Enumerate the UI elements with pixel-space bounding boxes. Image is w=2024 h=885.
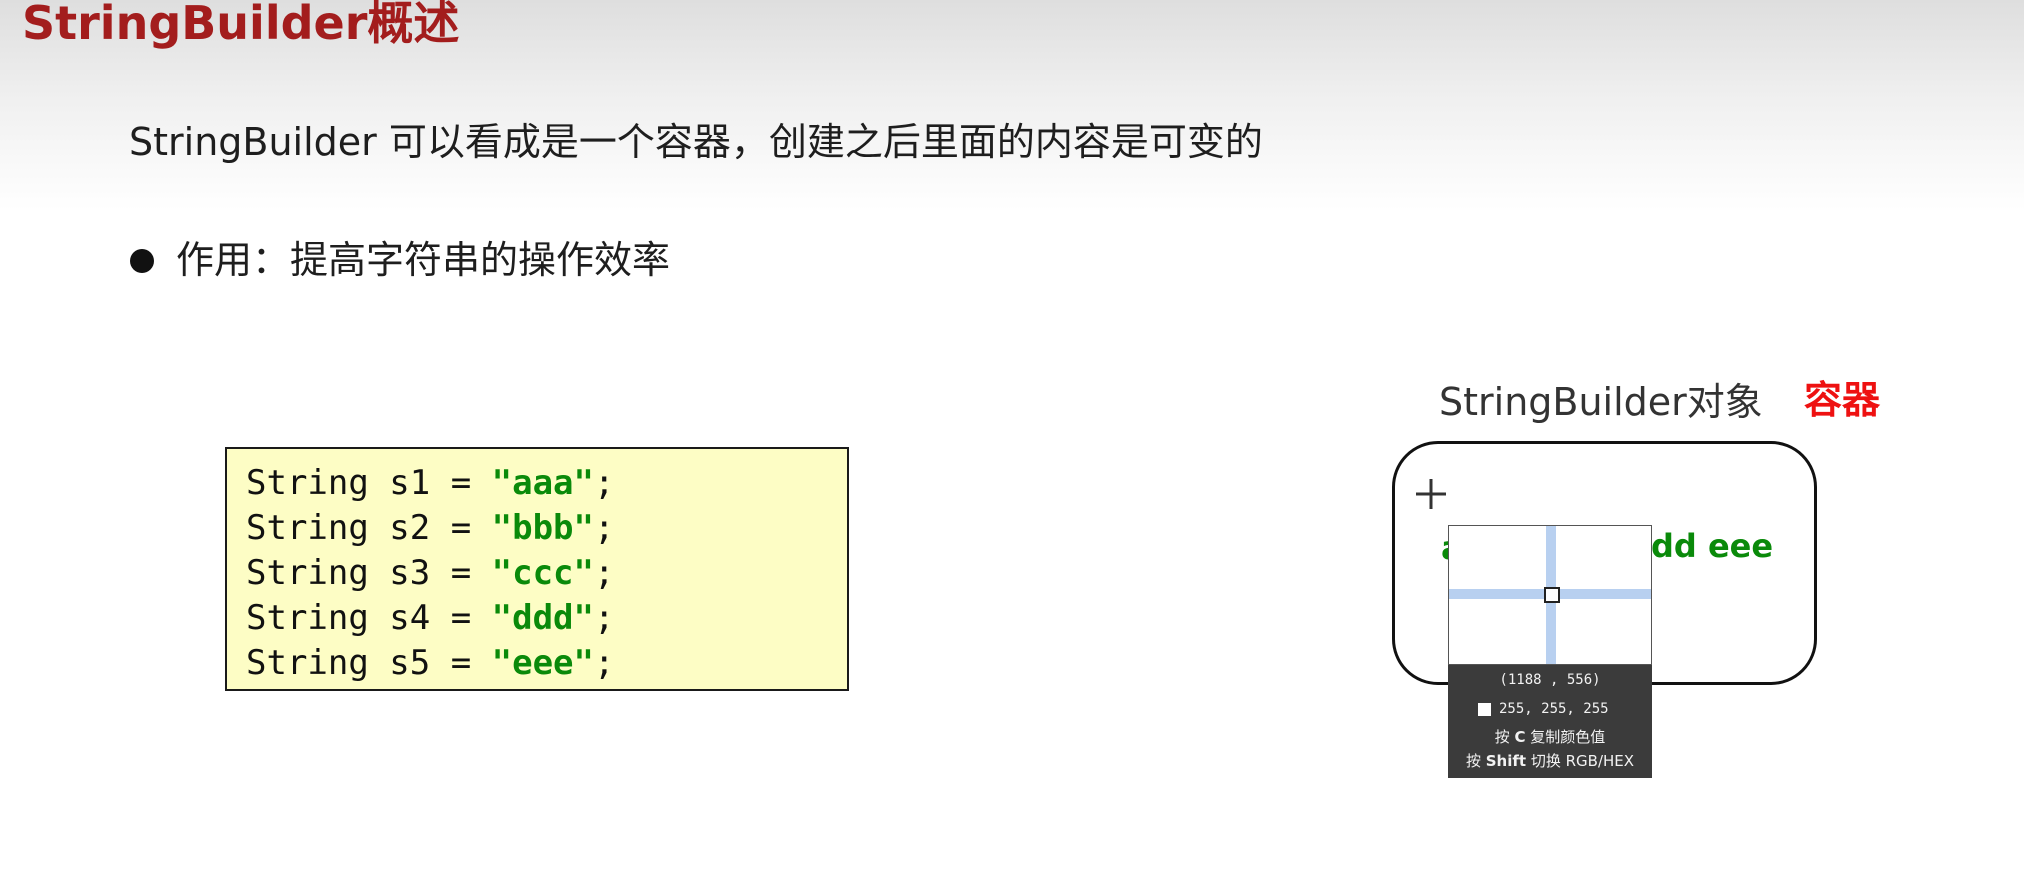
hint-text: 复制颜色值 (1530, 728, 1606, 746)
code-text: String s2 = (246, 508, 492, 548)
code-line: String s1 = "aaa"; (246, 461, 847, 506)
code-text: String s3 = (246, 553, 492, 593)
color-picker-magnifier (1448, 525, 1652, 665)
string-literal: "ccc" (491, 553, 594, 593)
color-picker-panel: (1188 , 556) 255, 255, 255 按 C 复制颜色值 按 S… (1448, 665, 1652, 778)
bullet-item: 作用：提高字符串的操作效率 (130, 234, 670, 286)
picker-hint-copy: 按 C 复制颜色值 (1448, 727, 1652, 747)
bullet-text: 作用：提高字符串的操作效率 (176, 238, 671, 282)
code-text: String s1 = (246, 463, 492, 503)
magnifier-center-pixel (1544, 587, 1560, 603)
code-line: String s4 = "ddd"; (246, 596, 847, 641)
string-literal: "ddd" (491, 598, 594, 638)
slide-title: StringBuilder概述 (22, 0, 460, 50)
picker-rgb-text: 255, 255, 255 (1499, 701, 1609, 717)
picker-color-value: 255, 255, 255 (1478, 700, 1609, 718)
container-content-values: dd eee (1651, 527, 1774, 565)
stringbuilder-object-label: StringBuilder对象 (1439, 380, 1763, 424)
code-block: String s1 = "aaa"; String s2 = "bbb"; St… (225, 447, 849, 691)
slide-subtitle: StringBuilder 可以看成是一个容器，创建之后里面的内容是可变的 (129, 120, 1263, 164)
code-text: ; (594, 643, 615, 683)
code-text: ; (594, 508, 615, 548)
hint-text: 按 (1494, 728, 1510, 746)
hint-text: 按 (1465, 752, 1481, 770)
hint-text: 切换 RGB/HEX (1530, 752, 1635, 770)
code-text: ; (594, 598, 615, 638)
crosshair-cursor-icon (1416, 479, 1446, 509)
code-line: String s5 = "eee"; (246, 641, 847, 686)
code-text: String s4 = (246, 598, 492, 638)
code-line: String s2 = "bbb"; (246, 506, 847, 551)
string-literal: "eee" (491, 643, 594, 683)
hint-key: C (1514, 728, 1526, 746)
string-literal: "aaa" (491, 463, 594, 503)
container-label: 容器 (1804, 378, 1881, 422)
code-line: String s3 = "ccc"; (246, 551, 847, 596)
color-swatch-icon (1478, 702, 1491, 716)
hint-key: Shift (1485, 752, 1527, 770)
picker-hint-switch: 按 Shift 切换 RGB/HEX (1448, 751, 1652, 771)
code-text: String s5 = (246, 643, 492, 683)
code-text: ; (594, 463, 615, 503)
bullet-icon (130, 249, 154, 273)
code-text: ; (594, 553, 615, 593)
string-literal: "bbb" (491, 508, 594, 548)
picker-coordinates: (1188 , 556) (1499, 672, 1601, 688)
